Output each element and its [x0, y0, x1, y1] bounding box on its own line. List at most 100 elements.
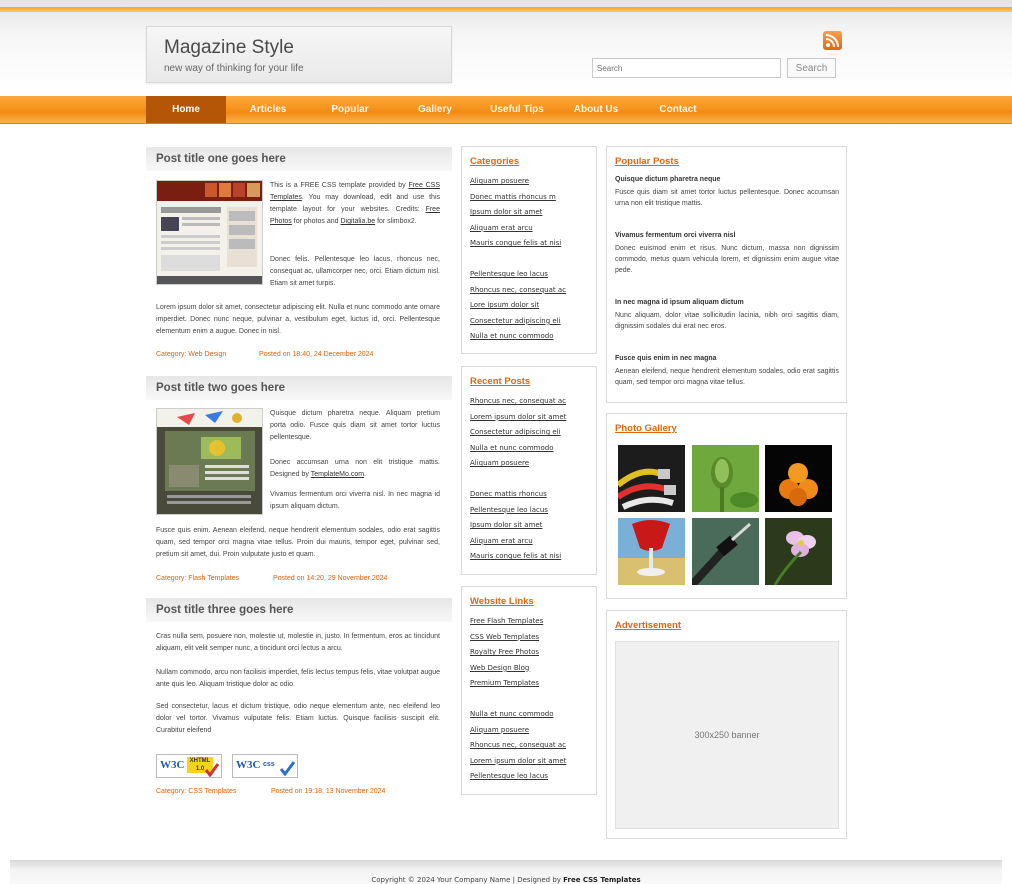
popular-post-text: Nunc aliquam, dolor vitae sollicitudin l… [615, 312, 839, 330]
photo-gallery-heading: Photo Gallery [615, 423, 677, 434]
list-item[interactable]: Aliquam erat arcu [470, 221, 561, 237]
gallery-photo-flower[interactable] [765, 518, 832, 585]
list-item[interactable]: Ipsum dolor sit amet [470, 205, 561, 221]
post-category[interactable]: Category: Flash Templates [156, 575, 239, 582]
nav-articles[interactable]: Articles [233, 96, 303, 123]
gallery-photo-bud[interactable] [692, 445, 759, 512]
categories-list-2: Pellentesque leo lacus Rhoncus nec, cons… [470, 267, 566, 345]
popular-posts-box: Popular Posts Quisque dictum pharetra ne… [606, 146, 847, 403]
list-item[interactable]: Nulla et nunc commodo [470, 441, 566, 457]
post-title-bar: Post title three goes here [146, 598, 452, 622]
xhtml-valid-badge[interactable]: W3C XHTML 1.0 [156, 754, 222, 778]
post-category[interactable]: Category: CSS Templates [156, 788, 236, 795]
post-paragraph: Donec accumsan urna non elit tristique m… [270, 457, 440, 481]
list-item[interactable]: Pellentesque leo lacus [470, 769, 566, 785]
post-text: This is a FREE CSS template provided by [270, 182, 406, 189]
post-date: Posted on 18:40, 24 December 2024 [259, 351, 374, 358]
nav-gallery[interactable]: Gallery [400, 96, 470, 123]
post-paragraph: Lorem ipsum dolor sit amet, consectetur … [156, 304, 440, 335]
list-item[interactable]: Mauris congue felis at nisi [470, 236, 561, 252]
list-item[interactable]: Consectetur adipiscing eli [470, 425, 566, 441]
post-title[interactable]: Post title three goes here [156, 604, 293, 616]
post-date: Posted on 14:20, 29 November 2024 [273, 575, 388, 582]
popular-post-text: Fusce quis diam sit amet tortor luctus p… [615, 189, 839, 207]
list-item[interactable]: Free Flash Templates [470, 614, 543, 630]
nav-home[interactable]: Home [146, 96, 226, 123]
list-item[interactable]: Consectetur adipiscing eli [470, 314, 566, 330]
nav-useful-tips[interactable]: Useful Tips [478, 96, 556, 123]
links-list-2: Nulla et nunc commodo Aliquam posuere Rh… [470, 707, 566, 785]
post-text: for slimbox2. [377, 218, 417, 225]
recent-posts-heading: Recent Posts [470, 376, 531, 387]
list-item[interactable]: Pellentesque leo lacus [470, 503, 561, 519]
advertisement-box: Advertisement 300x250 banner [606, 610, 847, 839]
post-paragraph: Donec felis. Pellentesque leo lacus, rho… [270, 256, 440, 287]
categories-heading: Categories [470, 156, 520, 167]
checkmark-icon [205, 763, 219, 777]
list-item[interactable]: Royalty Free Photos [470, 645, 543, 661]
recent-list-1: Rhoncus nec, consequat ac Lorem ipsum do… [470, 394, 566, 472]
list-item[interactable]: Rhoncus nec, consequat ac [470, 283, 566, 299]
nav-about-us[interactable]: About Us [561, 96, 631, 123]
popular-post-title[interactable]: In nec magna id ipsum aliquam dictum [615, 299, 744, 306]
post-thumbnail[interactable] [156, 180, 263, 285]
list-item[interactable]: Lorem ipsum dolor sit amet [470, 754, 566, 770]
footer-designer-link[interactable]: Free CSS Templates [563, 876, 640, 884]
popular-post-text: Aenean eleifend, neque hendrerit element… [615, 368, 839, 386]
post-title[interactable]: Post title two goes here [156, 382, 285, 394]
checkmark-icon [280, 761, 295, 776]
post-paragraph: Fusce quis enim. Aenean eleifend, neque … [156, 527, 440, 558]
list-item[interactable]: Lorem ipsum dolor sit amet [470, 410, 566, 426]
footer: Copyright © 2024 Your Company Name | Des… [10, 860, 1002, 884]
post-title[interactable]: Post title one goes here [156, 153, 286, 165]
list-item[interactable]: Ipsum dolor sit amet [470, 518, 561, 534]
list-item[interactable]: Donec mattis rhoncus [470, 487, 561, 503]
list-item[interactable]: Mauris congue felis at nisi [470, 549, 561, 565]
list-item[interactable]: Web Design Blog [470, 661, 543, 677]
logo-box[interactable]: Magazine Style new way of thinking for y… [146, 26, 452, 83]
categories-list-1: Aliquam posuere Donec mattis rhoncus m I… [470, 174, 561, 252]
post-paragraph: Vivamus fermentum orci viverra nisl. In … [270, 491, 440, 510]
ad-banner[interactable]: 300x250 banner [615, 641, 839, 829]
rss-icon[interactable] [823, 31, 842, 50]
list-item[interactable]: Nulla et nunc commodo [470, 707, 566, 723]
site-title[interactable]: Magazine Style [164, 37, 294, 59]
w3c-logo: W3C [160, 759, 185, 771]
popular-post-title[interactable]: Fusce quis enim in nec magna [615, 355, 717, 362]
list-item[interactable]: CSS Web Templates [470, 630, 543, 646]
gallery-photo-plug[interactable] [692, 518, 759, 585]
list-item[interactable]: Pellentesque leo lacus [470, 267, 566, 283]
list-item[interactable]: Premium Templates [470, 676, 543, 692]
templatemo-link[interactable]: TemplateMo.com [311, 471, 364, 478]
list-item[interactable]: Nulla et nunc commodo [470, 329, 566, 345]
gallery-photo-cables[interactable] [618, 445, 685, 512]
nav-popular[interactable]: Popular [315, 96, 385, 123]
website-links-heading: Website Links [470, 596, 534, 607]
digitalia-link[interactable]: Digitalia.be [340, 218, 375, 225]
css-valid-badge[interactable]: W3C css [232, 754, 298, 778]
list-item[interactable]: Rhoncus nec, consequat ac [470, 738, 566, 754]
popular-post-title[interactable]: Vivamus fermentum orci viverra nisl [615, 232, 735, 239]
list-item[interactable]: Aliquam erat arcu [470, 534, 561, 550]
post-paragraph: Cras nulla sem, posuere non, molestie ut… [156, 633, 440, 652]
list-item[interactable]: Lore ipsum dolor sit [470, 298, 566, 314]
recent-list-2: Donec mattis rhoncus Pellentesque leo la… [470, 487, 561, 565]
search-button[interactable]: Search [787, 58, 836, 78]
post-intro: This is a FREE CSS template provided by … [270, 180, 440, 228]
nav-contact[interactable]: Contact [643, 96, 713, 123]
list-item[interactable]: Aliquam posuere [470, 456, 566, 472]
list-item[interactable]: Aliquam posuere [470, 723, 566, 739]
list-item[interactable]: Donec mattis rhoncus m [470, 190, 561, 206]
gallery-photo-glass[interactable] [618, 518, 685, 585]
gallery-photo-oranges[interactable] [765, 445, 832, 512]
badge-label: css [263, 761, 275, 768]
search-input[interactable] [592, 58, 781, 78]
post-thumbnail[interactable] [156, 408, 263, 515]
post-date: Posted on 19:18, 13 November 2024 [271, 788, 386, 795]
post-category[interactable]: Category: Web Design [156, 351, 226, 358]
popular-post-text: Donec euismod enim et risus. Nunc dictum… [615, 245, 839, 274]
list-item[interactable]: Aliquam posuere [470, 174, 561, 190]
list-item[interactable]: Rhoncus nec, consequat ac [470, 394, 566, 410]
popular-post-title[interactable]: Quisque dictum pharetra neque [615, 176, 720, 183]
post-paragraph: Nullam commodo, arcu non facilisis imper… [156, 669, 440, 688]
